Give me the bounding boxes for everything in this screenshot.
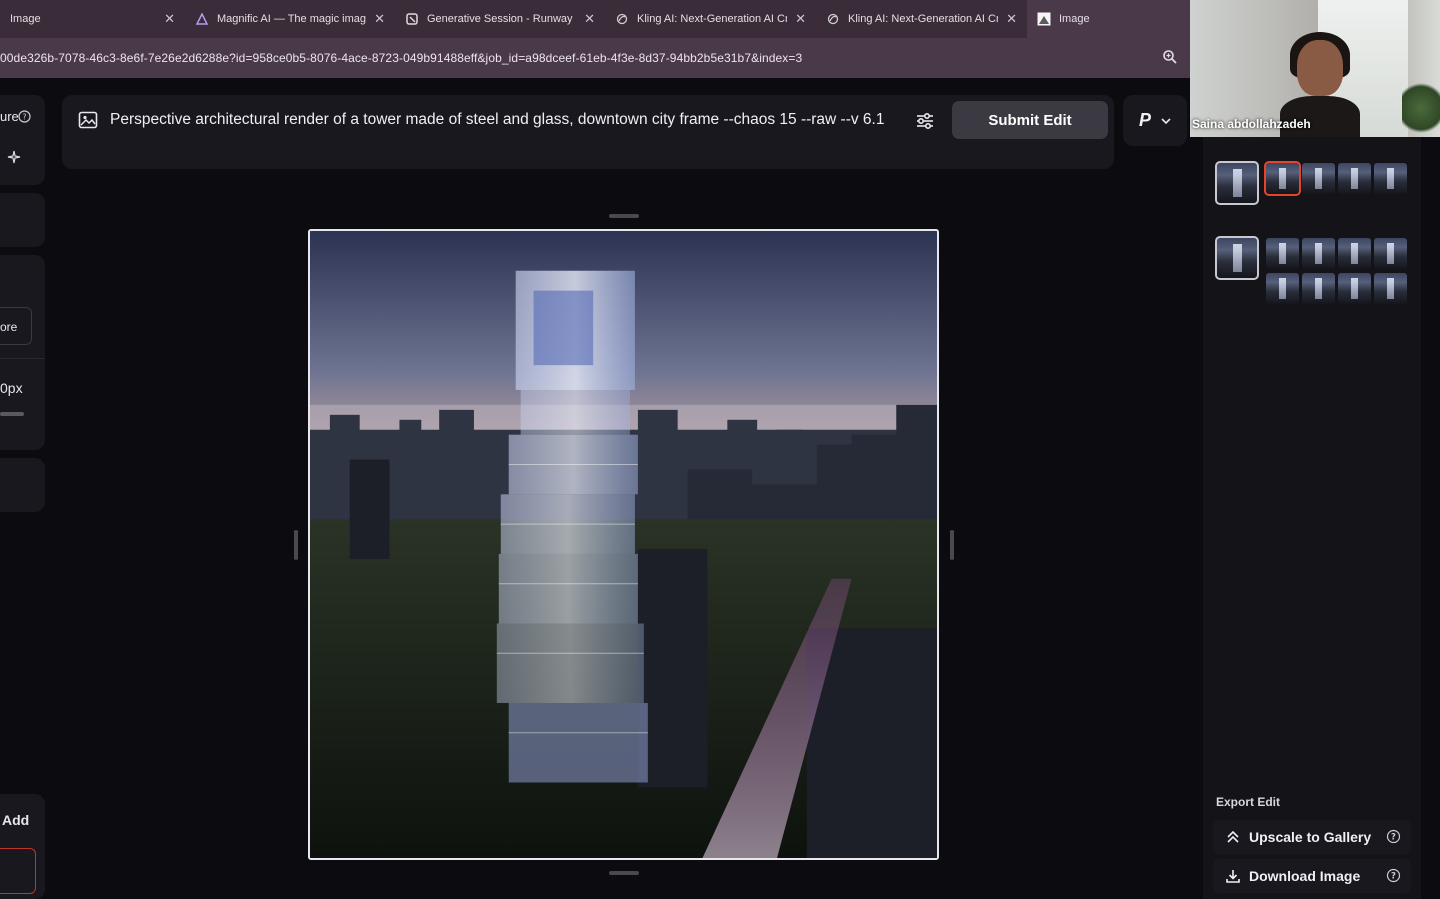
app-root: Image ✕ Magnific AI — The magic imag ✕ G… [0,0,1440,899]
model-select[interactable]: P [1123,95,1187,146]
left-tool-block-3: ore 0px [0,255,45,450]
svg-text:?: ? [22,113,26,122]
close-icon[interactable]: ✕ [795,11,806,27]
zoom-icon[interactable] [1162,49,1178,65]
participant-name: Saina abdollahzadeh [1192,117,1311,131]
runway-icon [405,12,419,26]
resize-handle-bottom[interactable] [609,871,639,875]
tab-label: Generative Session - Runway [427,13,573,25]
tab-image-1[interactable]: Image ✕ [0,0,185,38]
close-icon[interactable]: ✕ [584,11,595,27]
tab-kling-2[interactable]: Kling AI: Next-Generation AI Cr ✕ [816,0,1027,38]
left-tool-block-2[interactable] [0,193,45,247]
url-text[interactable]: 00de326b-7078-46c3-8e6f-7e26e2d6288e?id=… [0,51,1150,65]
tab-label: Image [1059,13,1090,25]
left-tool-panel: ure ? [0,95,45,185]
generated-image-canvas[interactable] [308,229,939,860]
variation-thumbnail[interactable] [1266,273,1299,304]
tab-label: Magnific AI — The magic imag [217,13,366,25]
history-thumbnail[interactable] [1215,236,1259,280]
tower-render-image [310,231,937,858]
close-icon[interactable]: ✕ [374,11,385,27]
variation-thumbnail[interactable] [1338,163,1371,194]
explore-label: ore [0,320,18,334]
add-label[interactable]: Add [2,812,29,828]
tab-magnific[interactable]: Magnific AI — The magic imag ✕ [185,0,395,38]
variation-thumbnail[interactable] [1302,163,1335,194]
left-tool-block-4[interactable] [0,458,45,512]
upscale-to-gallery-button[interactable]: Upscale to Gallery ? [1213,820,1411,854]
prompt-bar: Perspective architectural render of a to… [62,95,1114,169]
texture-label: ure [0,109,19,124]
close-icon[interactable]: ✕ [164,11,175,27]
export-edit-heading: Export Edit [1216,795,1281,809]
image-prompt-icon [78,110,98,130]
variation-thumbnail[interactable] [1302,273,1335,304]
size-value: 0px [0,380,23,396]
variation-thumbnail[interactable] [1302,238,1335,269]
upscale-icon [1225,829,1241,845]
svg-text:?: ? [1391,872,1396,882]
tab-image-active[interactable]: Image [1027,0,1190,38]
image-tab-icon [1037,12,1051,26]
variation-thumbnail[interactable] [1374,163,1407,194]
resize-handle-right[interactable] [950,530,954,560]
left-add-panel: Add [0,794,45,899]
chevron-down-icon [1161,112,1171,130]
variation-thumbnail[interactable] [1266,238,1299,269]
model-select-value: P [1138,110,1151,130]
close-icon[interactable]: ✕ [1006,11,1017,27]
help-icon[interactable]: ? [18,110,31,128]
prompt-input[interactable]: Perspective architectural render of a to… [110,108,910,131]
variation-thumbnail[interactable] [1374,238,1407,269]
help-icon[interactable]: ? [1386,829,1401,844]
sparkle-icon[interactable] [7,150,21,169]
tab-label: Image [10,13,41,25]
kling-icon [826,12,840,26]
explore-button[interactable]: ore [0,307,32,345]
settings-sliders-icon[interactable] [914,110,936,132]
variation-thumbnail[interactable] [1338,273,1371,304]
webcam-person-face [1297,40,1343,96]
add-input[interactable] [0,848,36,894]
resize-handle-top[interactable] [609,214,639,218]
variation-thumbnail-selected[interactable] [1264,161,1301,196]
tab-label: Kling AI: Next-Generation AI Cr [637,13,788,25]
webcam-plant [1402,78,1440,137]
variation-thumbnail[interactable] [1338,238,1371,269]
browser-tab-bar: Image ✕ Magnific AI — The magic imag ✕ G… [0,0,1190,38]
divider [0,358,45,359]
webcam-overlay: Saina abdollahzadeh [1190,0,1440,137]
kling-icon [615,12,629,26]
tab-runway[interactable]: Generative Session - Runway ✕ [395,0,605,38]
download-label: Download Image [1249,868,1361,884]
tab-label: Kling AI: Next-Generation AI Cr [848,13,999,25]
upscale-label: Upscale to Gallery [1249,829,1372,845]
magnific-triangle-icon [195,12,209,26]
size-slider[interactable] [0,412,24,416]
resize-handle-left[interactable] [294,530,298,560]
address-bar[interactable]: 00de326b-7078-46c3-8e6f-7e26e2d6288e?id=… [0,38,1190,78]
tab-kling-1[interactable]: Kling AI: Next-Generation AI Cr ✕ [605,0,816,38]
submit-edit-button[interactable]: Submit Edit [952,101,1108,139]
svg-text:?: ? [1391,833,1396,843]
history-thumbnail[interactable] [1215,161,1259,205]
help-icon[interactable]: ? [1386,868,1401,883]
download-icon [1225,868,1241,884]
download-image-button[interactable]: Download Image ? [1213,859,1411,893]
variation-thumbnail[interactable] [1374,273,1407,304]
right-history-panel: Export Edit Upscale to Gallery ? Downloa… [1203,137,1421,899]
